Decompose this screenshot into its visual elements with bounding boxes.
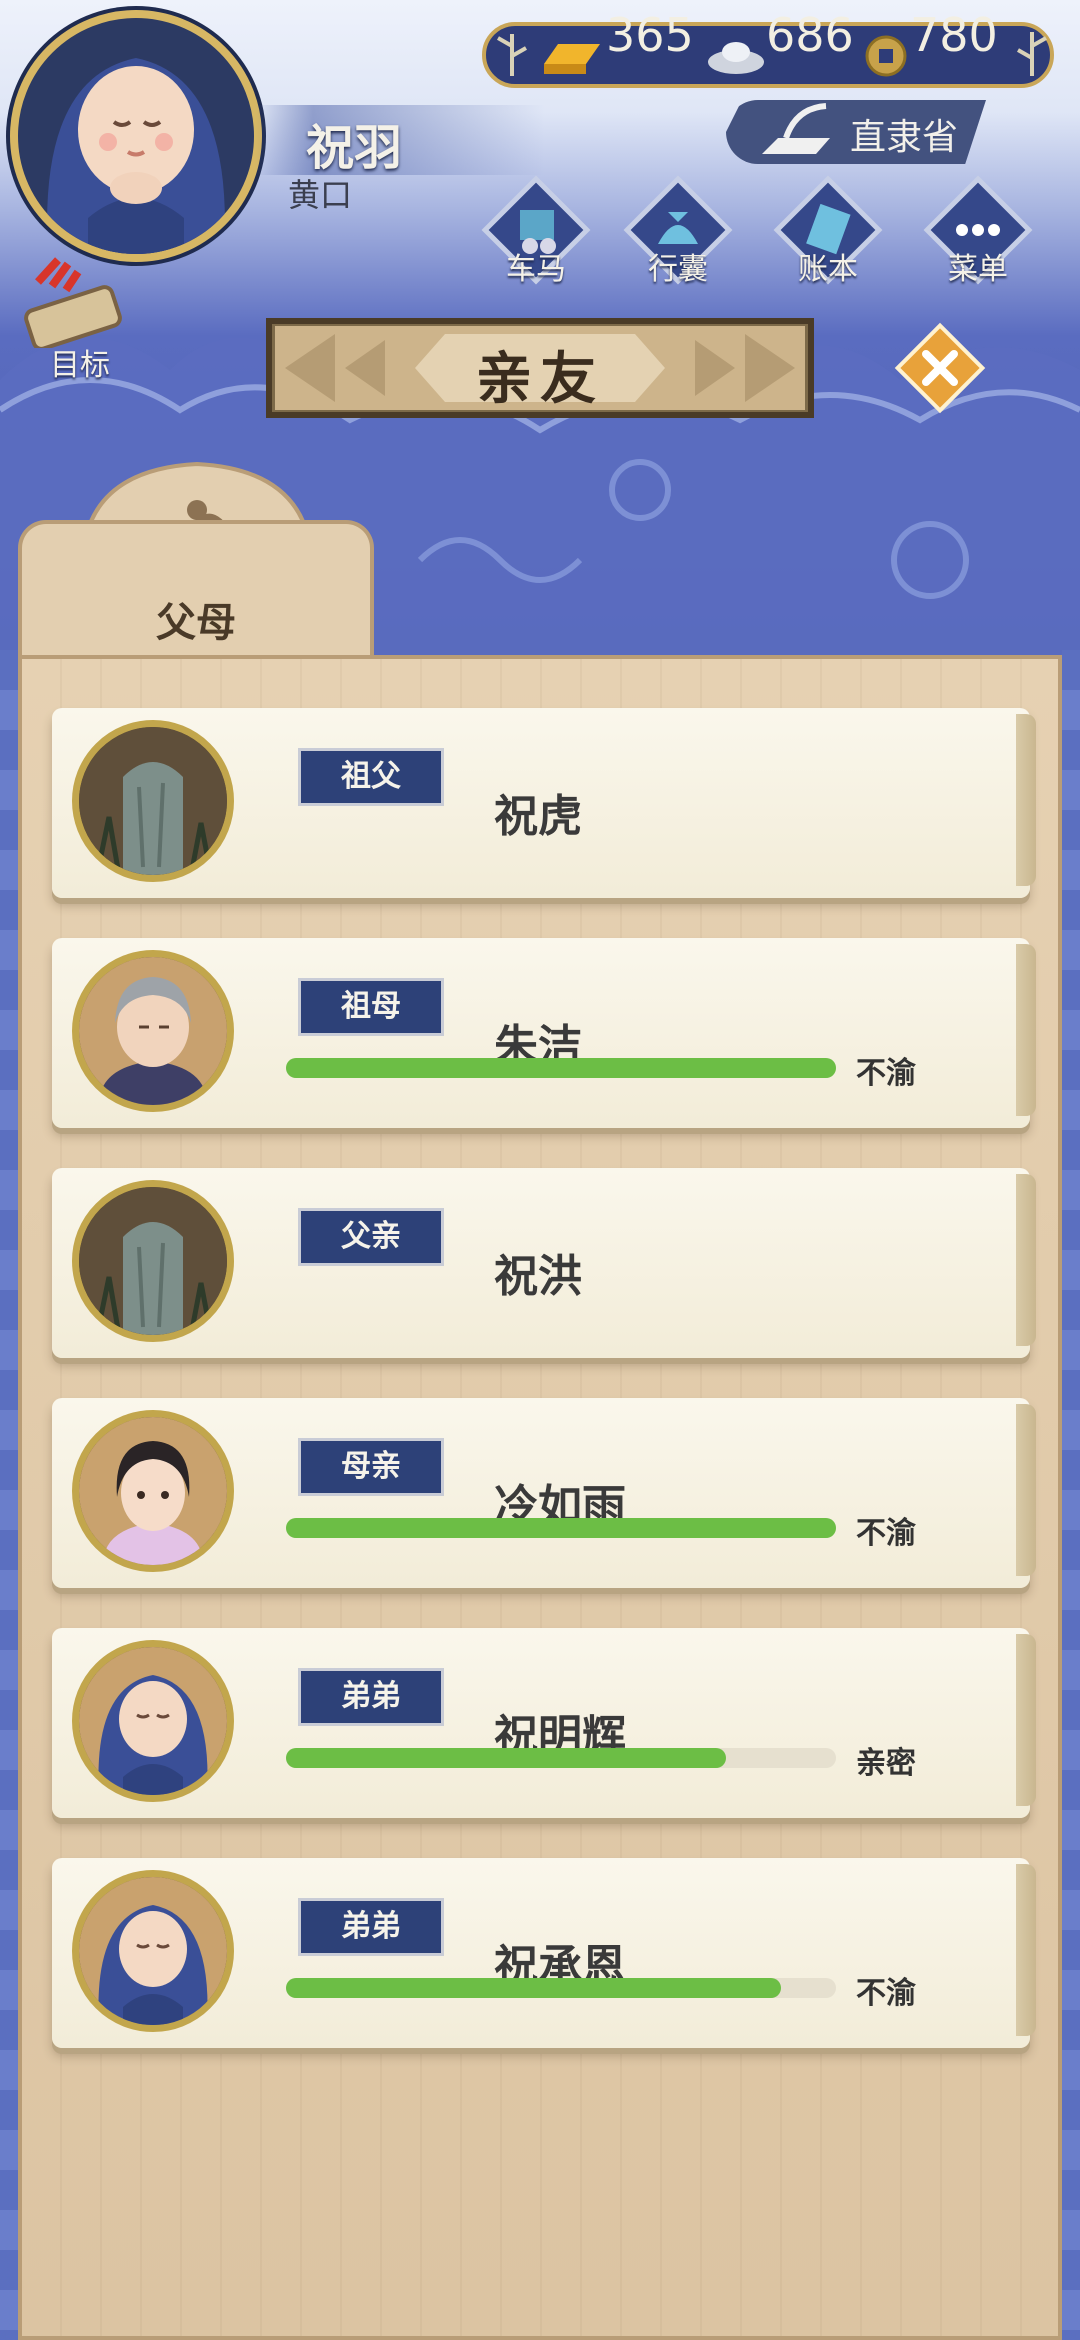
member-name: 祝虎 [494, 791, 582, 842]
silver-ingot-icon [708, 42, 764, 74]
affinity-bar-fill [286, 1748, 726, 1768]
tab-parents-label: 父母 [156, 600, 236, 646]
scroll-icon[interactable] [18, 252, 128, 348]
family-member-card[interactable]: 母亲 冷如雨 不渝 [52, 1398, 1036, 1588]
right-border-pattern [1062, 650, 1080, 2340]
affinity-bar-fill [286, 1058, 836, 1078]
menu-bundle-label: 行囊 [648, 252, 708, 287]
family-member-card[interactable]: 弟弟 祝明辉 亲密 [52, 1628, 1036, 1818]
family-member-card[interactable]: 祖母 朱洁 不渝 [52, 938, 1036, 1128]
silver-amount: 686 [766, 8, 854, 62]
relation-badge: 祖母 [298, 978, 444, 1036]
relationship-status: 亲密 [856, 1746, 916, 1781]
affinity-bar [286, 1978, 836, 1998]
goal-label: 目标 [50, 348, 110, 383]
relation-badge: 父亲 [298, 1208, 444, 1266]
relation-badge: 弟弟 [298, 1898, 444, 1956]
bamboo-icon [1017, 32, 1047, 76]
grandmother-portrait [72, 950, 234, 1112]
baby-portrait [72, 1640, 234, 1802]
location-label: 直隶省 [850, 117, 959, 158]
page-title: 亲友 [476, 347, 604, 412]
close-icon [894, 322, 986, 414]
player-age-label: 黄口 [288, 176, 353, 214]
left-border-pattern [0, 650, 18, 2340]
baby-portrait [72, 1870, 234, 2032]
family-member-card[interactable]: 父亲 祝洪 [52, 1168, 1036, 1358]
menu-ledger-label: 账本 [798, 252, 858, 287]
menu-more-label: 菜单 [948, 252, 1008, 287]
mother-portrait [72, 1410, 234, 1572]
affinity-bar [286, 1058, 836, 1078]
tombstone-portrait [72, 1180, 234, 1342]
relationship-status: 不渝 [856, 1516, 916, 1551]
player-name: 祝羽 [306, 120, 403, 176]
close-button[interactable] [890, 318, 990, 418]
baby-portrait-icon [47, 58, 225, 254]
family-member-card[interactable]: 弟弟 祝承恩 不渝 [52, 1858, 1036, 2048]
gold-ingot-icon [544, 44, 600, 74]
player-avatar[interactable] [10, 10, 262, 262]
relation-badge: 母亲 [298, 1438, 444, 1496]
relationship-status: 不渝 [856, 1056, 916, 1091]
affinity-bar-fill [286, 1518, 836, 1538]
relation-badge: 弟弟 [298, 1668, 444, 1726]
family-member-card[interactable]: 祖父 祝虎 [52, 708, 1036, 898]
gold-amount: 365 [606, 8, 694, 62]
copper-coin-icon [865, 35, 907, 77]
menu-carriage-label: 车马 [506, 252, 566, 287]
bamboo-icon [497, 34, 527, 76]
affinity-bar [286, 1518, 836, 1538]
affinity-bar-fill [286, 1978, 781, 1998]
relation-badge: 祖父 [298, 748, 444, 806]
relationship-status: 不渝 [856, 1976, 916, 2011]
iron-icon [762, 103, 830, 154]
tombstone-portrait [72, 720, 234, 882]
affinity-bar [286, 1748, 836, 1768]
coin-amount: 780 [910, 8, 998, 62]
member-name: 祝洪 [494, 1251, 582, 1302]
